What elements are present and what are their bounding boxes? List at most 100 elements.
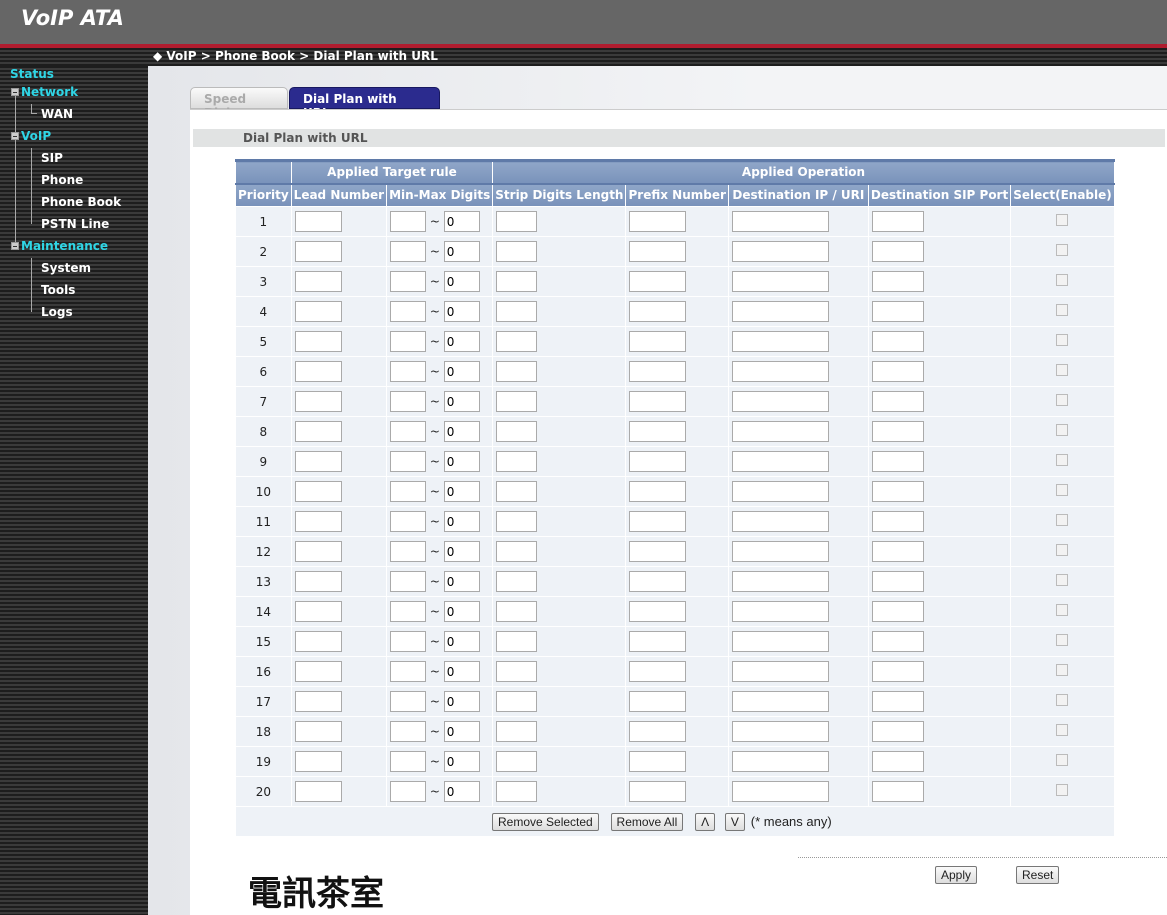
lead-number-input[interactable] — [294, 211, 342, 232]
destination-port-input[interactable] — [871, 451, 924, 472]
destination-port-input[interactable] — [871, 751, 924, 772]
remove-all-button[interactable]: Remove All — [610, 812, 684, 831]
collapse-icon[interactable] — [11, 132, 19, 140]
min-digits-input[interactable] — [390, 481, 427, 502]
reset-button[interactable]: Reset — [1016, 866, 1060, 884]
destination-uri-input[interactable] — [731, 511, 829, 532]
prefix-number-input[interactable] — [629, 601, 687, 622]
enable-checkbox[interactable] — [1056, 214, 1069, 226]
prefix-number-input[interactable] — [629, 421, 687, 442]
lead-number-input[interactable] — [294, 451, 342, 472]
destination-uri-input[interactable] — [731, 211, 829, 232]
min-digits-input[interactable] — [390, 751, 427, 772]
max-digits-input[interactable] — [443, 661, 480, 682]
lead-number-input[interactable] — [294, 331, 342, 352]
max-digits-input[interactable] — [443, 361, 480, 382]
max-digits-input[interactable] — [443, 211, 480, 232]
strip-digits-input[interactable] — [496, 211, 538, 232]
destination-uri-input[interactable] — [731, 601, 829, 622]
destination-uri-input[interactable] — [731, 661, 829, 682]
destination-uri-input[interactable] — [731, 331, 829, 352]
max-digits-input[interactable] — [443, 451, 480, 472]
max-digits-input[interactable] — [443, 541, 480, 562]
lead-number-input[interactable] — [294, 301, 342, 322]
max-digits-input[interactable] — [443, 691, 480, 712]
max-digits-input[interactable] — [443, 271, 480, 292]
strip-digits-input[interactable] — [496, 781, 538, 802]
max-digits-input[interactable] — [443, 751, 480, 772]
destination-port-input[interactable] — [871, 331, 924, 352]
strip-digits-input[interactable] — [496, 601, 538, 622]
min-digits-input[interactable] — [390, 241, 427, 262]
tab-dial-plan-with-url[interactable]: Dial Plan with URL — [289, 87, 440, 120]
max-digits-input[interactable] — [443, 241, 480, 262]
sidebar-item-maintenance[interactable]: Maintenance — [11, 239, 108, 253]
enable-checkbox[interactable] — [1056, 634, 1069, 646]
max-digits-input[interactable] — [443, 721, 480, 742]
min-digits-input[interactable] — [390, 301, 427, 322]
destination-port-input[interactable] — [871, 271, 924, 292]
strip-digits-input[interactable] — [496, 661, 538, 682]
min-digits-input[interactable] — [390, 361, 427, 382]
min-digits-input[interactable] — [390, 271, 427, 292]
destination-port-input[interactable] — [871, 511, 924, 532]
lead-number-input[interactable] — [294, 271, 342, 292]
min-digits-input[interactable] — [390, 541, 427, 562]
enable-checkbox[interactable] — [1056, 724, 1069, 736]
max-digits-input[interactable] — [443, 511, 480, 532]
destination-port-input[interactable] — [871, 721, 924, 742]
sidebar-item-voip[interactable]: VoIP — [11, 129, 51, 143]
strip-digits-input[interactable] — [496, 271, 538, 292]
max-digits-input[interactable] — [443, 781, 480, 802]
enable-checkbox[interactable] — [1056, 424, 1069, 436]
destination-port-input[interactable] — [871, 421, 924, 442]
max-digits-input[interactable] — [443, 631, 480, 652]
destination-uri-input[interactable] — [731, 241, 829, 262]
destination-uri-input[interactable] — [731, 481, 829, 502]
sidebar-item-phone-book[interactable]: Phone Book — [41, 195, 121, 209]
enable-checkbox[interactable] — [1056, 604, 1069, 616]
strip-digits-input[interactable] — [496, 361, 538, 382]
remove-selected-button[interactable]: Remove Selected — [492, 812, 599, 831]
enable-checkbox[interactable] — [1056, 484, 1069, 496]
tab-speed-dial[interactable]: Speed Dial — [190, 87, 288, 120]
strip-digits-input[interactable] — [496, 691, 538, 712]
strip-digits-input[interactable] — [496, 751, 538, 772]
enable-checkbox[interactable] — [1056, 694, 1069, 706]
collapse-icon[interactable] — [11, 88, 19, 96]
max-digits-input[interactable] — [443, 481, 480, 502]
apply-button[interactable]: Apply — [935, 866, 978, 884]
strip-digits-input[interactable] — [496, 571, 538, 592]
enable-checkbox[interactable] — [1056, 244, 1069, 256]
enable-checkbox[interactable] — [1056, 544, 1069, 556]
move-up-button[interactable]: Λ — [695, 812, 716, 831]
max-digits-input[interactable] — [443, 301, 480, 322]
sidebar-item-status[interactable]: Status — [10, 67, 54, 81]
prefix-number-input[interactable] — [629, 631, 687, 652]
enable-checkbox[interactable] — [1056, 454, 1069, 466]
strip-digits-input[interactable] — [496, 511, 538, 532]
min-digits-input[interactable] — [390, 511, 427, 532]
destination-uri-input[interactable] — [731, 721, 829, 742]
lead-number-input[interactable] — [294, 391, 342, 412]
lead-number-input[interactable] — [294, 751, 342, 772]
sidebar-item-sip[interactable]: SIP — [41, 151, 63, 165]
prefix-number-input[interactable] — [629, 661, 687, 682]
min-digits-input[interactable] — [390, 781, 427, 802]
strip-digits-input[interactable] — [496, 541, 538, 562]
lead-number-input[interactable] — [294, 691, 342, 712]
destination-port-input[interactable] — [871, 361, 924, 382]
enable-checkbox[interactable] — [1056, 514, 1069, 526]
prefix-number-input[interactable] — [629, 271, 687, 292]
lead-number-input[interactable] — [294, 241, 342, 262]
destination-port-input[interactable] — [871, 301, 924, 322]
lead-number-input[interactable] — [294, 601, 342, 622]
sidebar-item-system[interactable]: System — [41, 261, 91, 275]
prefix-number-input[interactable] — [629, 691, 687, 712]
min-digits-input[interactable] — [390, 421, 427, 442]
strip-digits-input[interactable] — [496, 241, 538, 262]
destination-uri-input[interactable] — [731, 451, 829, 472]
collapse-icon[interactable] — [11, 242, 19, 250]
prefix-number-input[interactable] — [629, 451, 687, 472]
min-digits-input[interactable] — [390, 451, 427, 472]
